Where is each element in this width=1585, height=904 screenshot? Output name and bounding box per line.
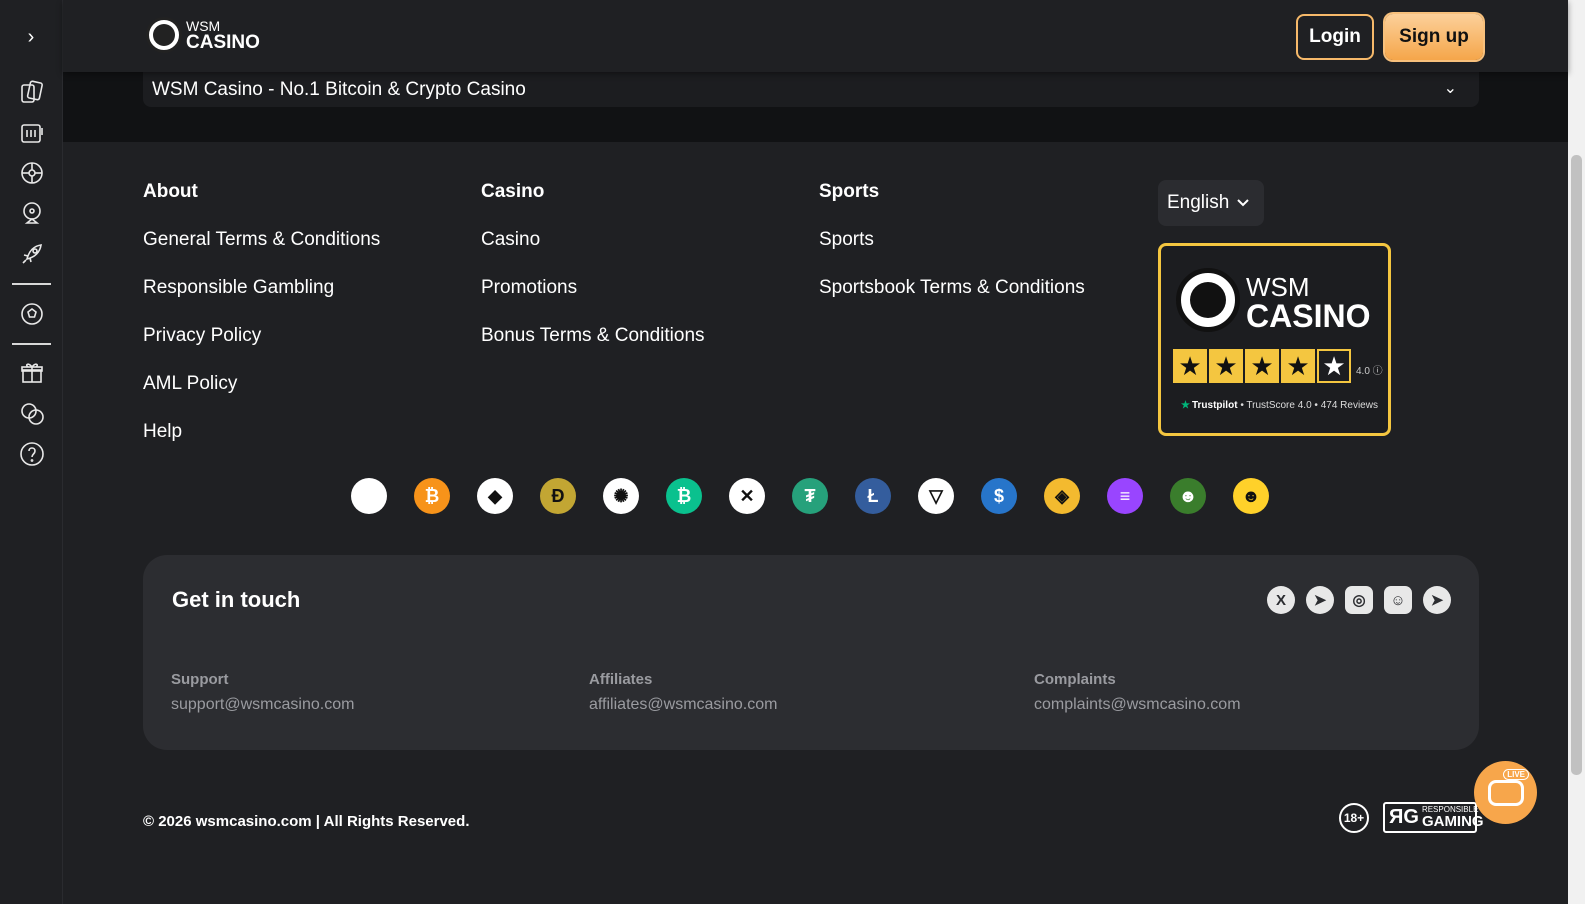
bull-logo-icon — [146, 17, 182, 53]
roulette-icon[interactable] — [18, 159, 46, 187]
wsm-coin-icon — [351, 478, 387, 514]
complaints-contact: Complaints complaints@wsmcasino.com — [1034, 671, 1241, 714]
logo-text-line2: CASINO — [186, 31, 260, 53]
bull-logo-icon — [1176, 268, 1240, 332]
star-icon: ★ — [1245, 349, 1279, 383]
tether-icon: ₮ — [792, 478, 828, 514]
slots-icon[interactable] — [18, 119, 46, 147]
top-bar: WSM CASINO Login Sign up — [63, 0, 1568, 72]
discord-icon[interactable]: ☺ — [1384, 586, 1412, 614]
chevron-down-icon: ⌄ — [1443, 80, 1457, 97]
footer-link-sportsbook-terms[interactable]: Sportsbook Terms & Conditions — [819, 277, 1085, 299]
gift-icon[interactable] — [18, 359, 46, 387]
footer-link-general-terms[interactable]: General Terms & Conditions — [143, 229, 380, 251]
get-in-touch-title: Get in touch — [172, 587, 301, 612]
trustpilot-stars: ★ ★ ★ ★ ★ — [1173, 349, 1351, 383]
xrp-icon: ✕ — [729, 478, 765, 514]
litecoin-icon: Ł — [855, 478, 891, 514]
wsm-casino-logo[interactable]: WSM CASINO — [146, 17, 260, 53]
seo-accordion[interactable]: WSM Casino - No.1 Bitcoin & Crypto Casin… — [143, 72, 1479, 107]
accordion-title: WSM Casino - No.1 Bitcoin & Crypto Casin… — [152, 78, 526, 100]
soccer-ball-icon[interactable] — [18, 300, 46, 328]
language-label: English — [1167, 192, 1230, 213]
complaints-email-link[interactable]: complaints@wsmcasino.com — [1034, 696, 1241, 714]
sidebar-divider — [12, 343, 51, 345]
age-18-badge: 18+ — [1339, 803, 1369, 833]
solana-icon: ≡ — [1107, 478, 1143, 514]
footer-link-aml-policy[interactable]: AML Policy — [143, 373, 237, 395]
login-button[interactable]: Login — [1296, 14, 1374, 60]
x-twitter-icon[interactable]: X — [1267, 586, 1295, 614]
payment-methods-row: ₿ ◆ Ð ✺ ₿ ✕ ₮ Ł ▽ $ ◈ ≡ ☻ ☻ — [351, 478, 1269, 514]
reviews-count: 474 Reviews — [1320, 400, 1378, 411]
star-icon: ★ — [1281, 349, 1315, 383]
affiliates-contact: Affiliates affiliates@wsmcasino.com — [589, 671, 777, 714]
trustpilot-label: Trustpilot — [1181, 400, 1238, 411]
trustscore-label: TrustScore 4.0 — [1246, 400, 1312, 411]
wheel-icon[interactable] — [18, 199, 46, 227]
seo-section: WSM Casino - No.1 Bitcoin & Crypto Casin… — [63, 72, 1568, 142]
help-icon[interactable] — [18, 440, 46, 468]
telegram-icon[interactable]: ➤ — [1306, 586, 1334, 614]
tron-icon: ▽ — [918, 478, 954, 514]
star-empty-icon: ★ — [1317, 349, 1351, 383]
rg-line2: GAMING — [1421, 813, 1484, 830]
footer-link-casino[interactable]: Casino — [481, 229, 540, 251]
trust-brand-line2: CASINO — [1246, 298, 1371, 334]
scrollbar-thumb[interactable] — [1571, 155, 1582, 775]
support-contact: Support support@wsmcasino.com — [171, 671, 354, 714]
trust-rating: 4.0 ⓘ — [1356, 366, 1383, 377]
usdc-icon: $ — [981, 478, 1017, 514]
instagram-icon[interactable]: ◎ — [1345, 586, 1373, 614]
footer-link-bonus-terms[interactable]: Bonus Terms & Conditions — [481, 325, 705, 347]
footer-link-sports[interactable]: Sports — [819, 229, 874, 251]
trust-meta: Trustpilot • TrustScore 4.0 • 474 Review… — [1181, 400, 1378, 411]
sidebar-divider — [12, 283, 51, 285]
rocket-icon[interactable] — [18, 240, 46, 268]
footer-about-title: About — [143, 181, 198, 202]
crypto-exchange-icon[interactable] — [18, 400, 46, 428]
bnb-icon: ◈ — [1044, 478, 1080, 514]
telegram-channel-icon[interactable]: ➤ — [1423, 586, 1451, 614]
dogecoin-icon: Ð — [540, 478, 576, 514]
trustpilot-widget[interactable]: WSM CASINO ★ ★ ★ ★ ★ 4.0 ⓘ Trustpilot • … — [1158, 243, 1391, 436]
support-email-link[interactable]: support@wsmcasino.com — [171, 696, 354, 714]
footer-sports-title: Sports — [819, 181, 880, 202]
copyright-text: © 2026 wsmcasino.com | All Rights Reserv… — [143, 813, 470, 830]
footer-link-privacy-policy[interactable]: Privacy Policy — [143, 325, 261, 347]
language-selector[interactable]: English — [1158, 180, 1264, 226]
cards-icon[interactable] — [18, 78, 46, 106]
affiliates-label: Affiliates — [589, 671, 653, 688]
social-links: X ➤ ◎ ☺ ➤ — [1267, 586, 1451, 614]
pepe-icon: ☻ — [1170, 478, 1206, 514]
complaints-label: Complaints — [1034, 671, 1116, 688]
live-tag: LIVE — [1503, 769, 1529, 780]
star-icon: ★ — [1173, 349, 1207, 383]
bitcoin-cash-icon: ₿ — [666, 478, 702, 514]
footer-link-responsible-gambling[interactable]: Responsible Gambling — [143, 277, 334, 299]
footer-casino-title: Casino — [481, 181, 545, 202]
sidebar: › — [0, 0, 63, 904]
affiliates-email-link[interactable]: affiliates@wsmcasino.com — [589, 696, 777, 714]
get-in-touch-panel: Get in touch X ➤ ◎ ☺ ➤ Support support@wsmca… — [143, 555, 1479, 750]
chat-bubble-icon — [1487, 779, 1524, 806]
signup-button[interactable]: Sign up — [1385, 14, 1483, 60]
footer-link-promotions[interactable]: Promotions — [481, 277, 577, 299]
ethereum-icon: ◆ — [477, 478, 513, 514]
footer-link-help[interactable]: Help — [143, 421, 182, 443]
live-chat-button[interactable]: LIVE — [1474, 761, 1537, 824]
sidebar-toggle-chevron-icon[interactable]: › — [20, 26, 42, 48]
bitcoin-icon: ₿ — [414, 478, 450, 514]
cardano-icon: ✺ — [603, 478, 639, 514]
star-icon: ★ — [1209, 349, 1243, 383]
support-label: Support — [171, 671, 229, 688]
responsible-gaming-badge[interactable]: ЯG RESPONSIBLE GAMING — [1383, 802, 1484, 833]
chevron-down-icon — [1237, 199, 1250, 207]
shiba-icon: ☻ — [1233, 478, 1269, 514]
rg-mark: ЯG — [1389, 806, 1419, 828]
logo-text-line1: WSM — [186, 17, 221, 34]
